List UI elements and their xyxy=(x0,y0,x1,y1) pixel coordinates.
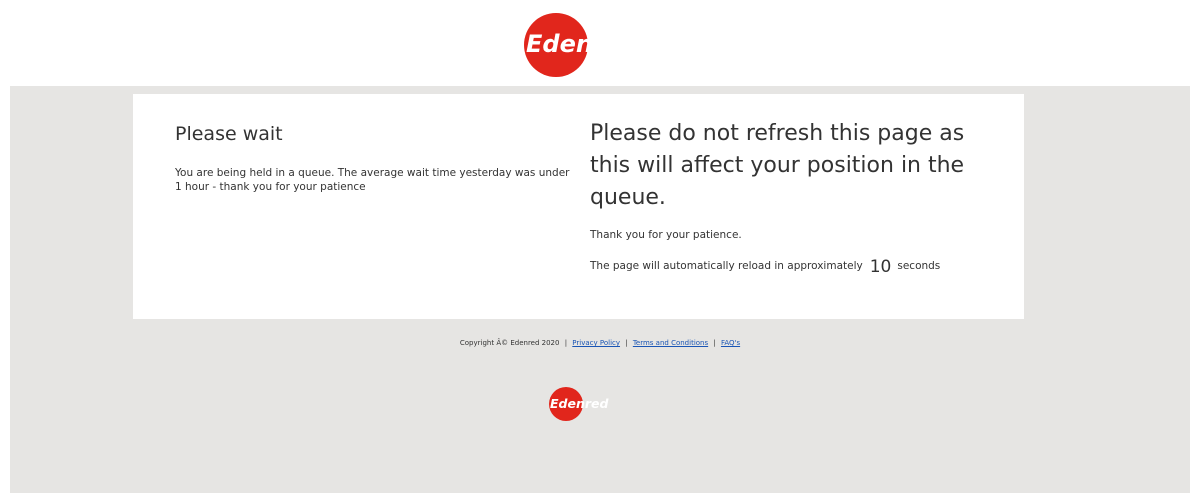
refresh-warning-title: Please do not refresh this page as this … xyxy=(590,121,965,210)
logo-text-inside: Edenred xyxy=(526,30,639,58)
page-header: Edenred xyxy=(0,0,1200,86)
copyright-text: Copyright Â© Edenred 2020 xyxy=(459,339,560,347)
footer-separator: | xyxy=(625,339,628,347)
edenred-logo-small-icon: Edenred xyxy=(549,387,609,421)
privacy-policy-link[interactable]: Privacy Policy xyxy=(572,339,620,347)
logo-small-text: Edenred xyxy=(550,396,609,411)
terms-link[interactable]: Terms and Conditions xyxy=(633,339,708,347)
reload-prefix: The page will automatically reload in ap… xyxy=(590,260,863,272)
faq-link[interactable]: FAQ's xyxy=(721,339,740,347)
footer-separator: | xyxy=(564,339,568,347)
reload-suffix: seconds xyxy=(897,260,941,272)
queue-message: You are being held in a queue. The avera… xyxy=(175,167,570,193)
wait-title: Please wait xyxy=(175,123,283,145)
reload-notice: The page will automatically reload in ap… xyxy=(590,256,1010,277)
footer: Copyright Â© Edenred 2020 | Privacy Poli… xyxy=(0,339,1200,347)
countdown-value: 10 xyxy=(869,257,892,277)
refresh-warning-section: Please do not refresh this page as this … xyxy=(590,118,1010,277)
wait-section: Please wait You are being held in a queu… xyxy=(175,120,575,194)
thanks-text: Thank you for your patience. xyxy=(590,229,742,241)
edenred-logo-icon: Edenred xyxy=(524,13,639,77)
queue-card: Please wait You are being held in a queu… xyxy=(133,94,1024,319)
footer-separator: | xyxy=(713,339,716,347)
